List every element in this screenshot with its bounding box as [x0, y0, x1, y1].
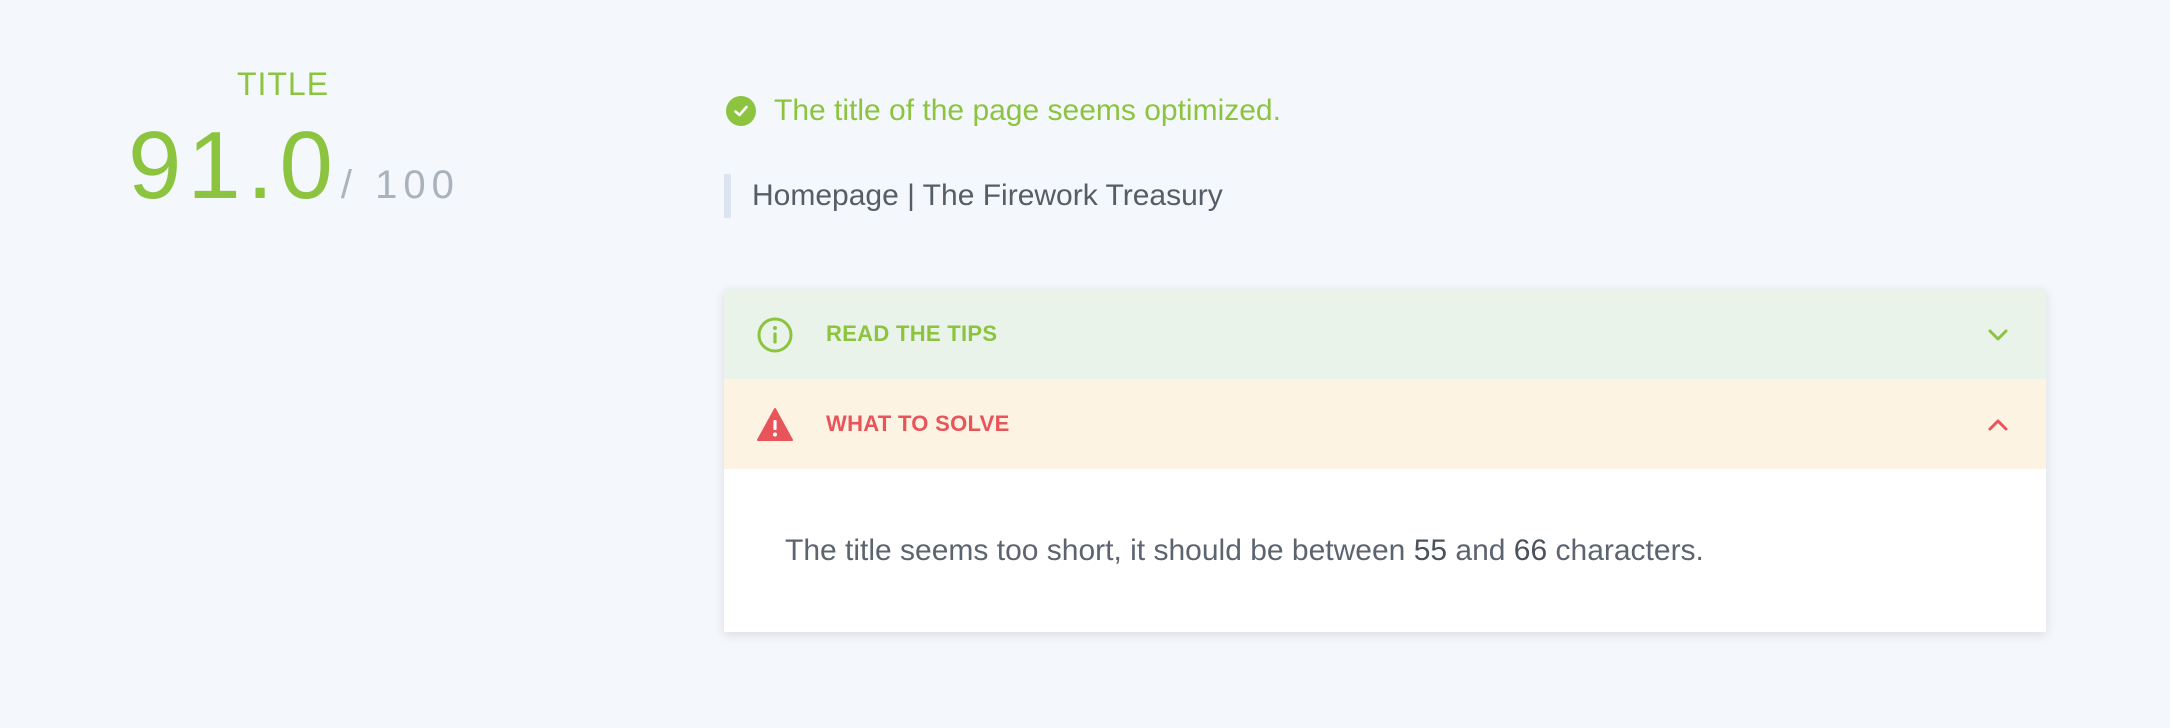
info-circle-icon: [756, 316, 794, 354]
what-to-solve-header[interactable]: WHAT TO SOLVE: [724, 379, 2046, 469]
score-value-row: 91.0/ 100: [128, 118, 460, 214]
page-title-text: Homepage | The Firework Treasury: [752, 179, 1223, 212]
chevron-down-icon[interactable]: [1986, 323, 2010, 347]
status-text: The title of the page seems optimized.: [774, 94, 1281, 127]
read-the-tips-label: READ THE TIPS: [826, 321, 998, 346]
accordion-card: READ THE TIPS WHAT TO SOLVE The title se…: [724, 289, 2046, 632]
status-line: The title of the page seems optimized.: [726, 94, 1281, 128]
solve-message-prefix: The title seems too short, it should be …: [785, 533, 1414, 567]
solve-message-suffix: characters.: [1547, 533, 1704, 567]
warning-triangle-icon: [756, 406, 794, 444]
score-label: TITLE: [236, 66, 330, 102]
page-title-quote: Homepage | The Firework Treasury: [724, 174, 1223, 218]
max-characters: 66: [1513, 533, 1548, 567]
min-characters: 55: [1413, 533, 1448, 567]
solve-message-middle: and: [1447, 533, 1514, 567]
solve-message: The title seems too short, it should be …: [785, 534, 1704, 568]
score-value: 91.0: [128, 112, 339, 219]
read-the-tips-header[interactable]: READ THE TIPS: [724, 289, 2046, 379]
what-to-solve-body: The title seems too short, it should be …: [724, 469, 2046, 632]
check-circle-icon: [726, 96, 756, 126]
chevron-up-icon[interactable]: [1986, 413, 2010, 437]
score-max: / 100: [340, 163, 460, 207]
what-to-solve-label: WHAT TO SOLVE: [826, 411, 1010, 436]
score-panel: TITLE 91.0/ 100: [0, 0, 566, 260]
